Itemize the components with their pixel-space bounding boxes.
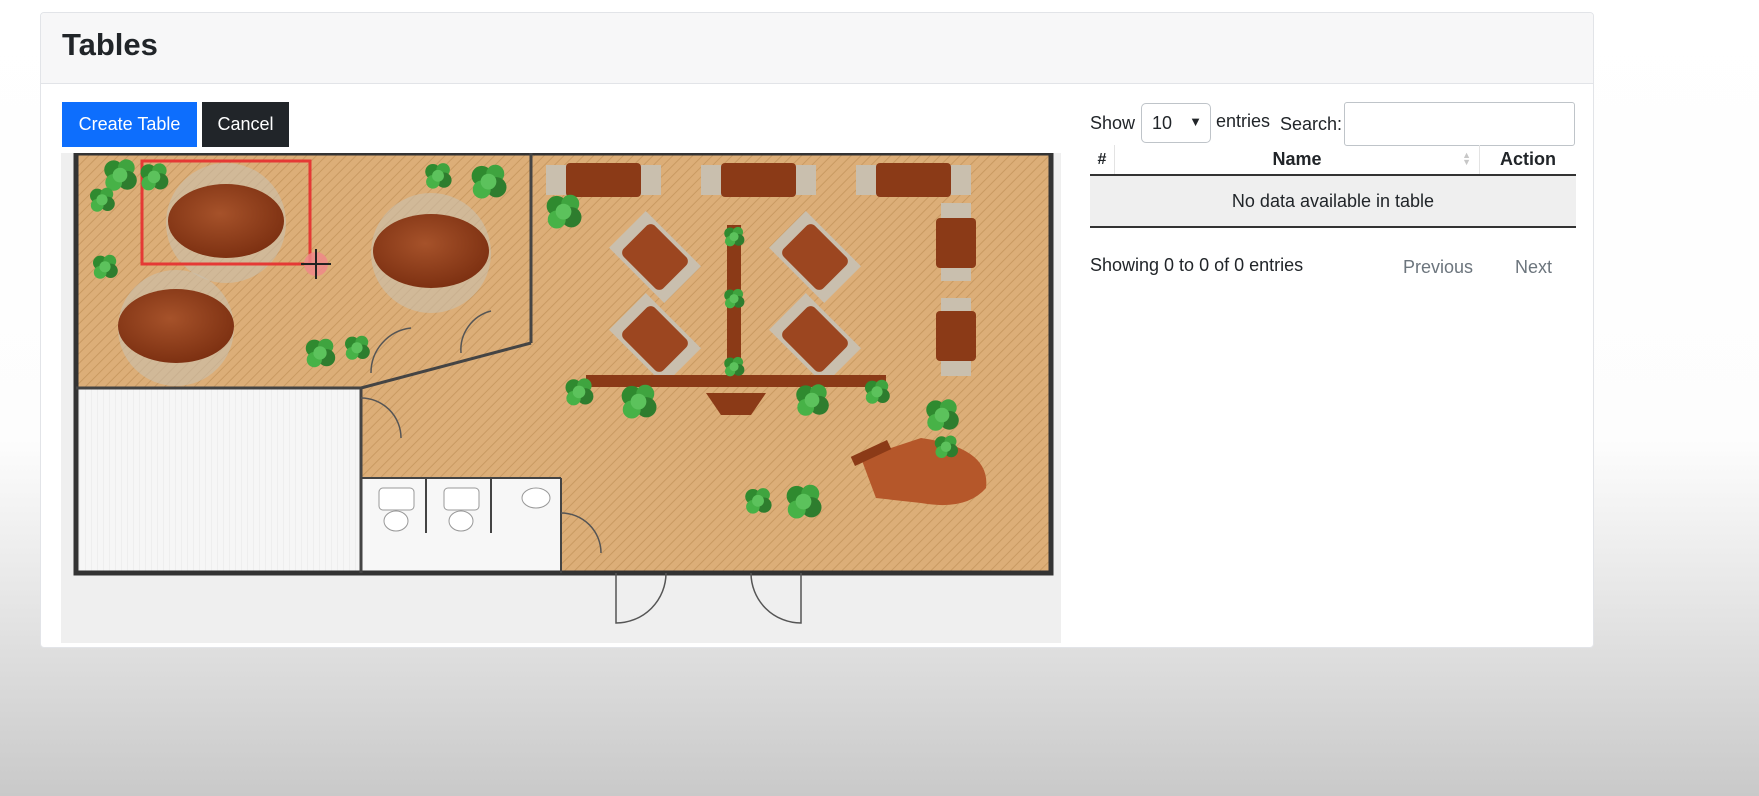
- floor-plan-canvas[interactable]: [61, 153, 1061, 643]
- page-length-value: 10: [1152, 113, 1173, 133]
- table-row: No data available in table: [1090, 175, 1576, 228]
- empty-table-message: No data available in table: [1090, 175, 1576, 228]
- entries-label: entries: [1216, 111, 1271, 131]
- cancel-button[interactable]: Cancel: [202, 102, 289, 147]
- column-header-number[interactable]: #: [1090, 145, 1115, 176]
- floor-plan-image: [73, 153, 1054, 624]
- chevron-down-icon: ▼: [1189, 114, 1202, 129]
- column-header-name[interactable]: Name ▲ ▼: [1114, 145, 1480, 176]
- sort-icon: ▲ ▼: [1462, 150, 1471, 167]
- tables-card: Tables Create Table Cancel Show 10 ▼ ent…: [40, 12, 1594, 648]
- round-table-2: [371, 193, 491, 313]
- column-header-name-label: Name: [1272, 149, 1322, 169]
- round-table-3: [118, 270, 234, 386]
- column-header-action: Action: [1479, 145, 1576, 176]
- previous-page-button[interactable]: Previous: [1403, 257, 1473, 278]
- next-page-button[interactable]: Next: [1515, 257, 1552, 278]
- tables-datatable: # Name ▲ ▼ Action No data available in ta…: [1090, 145, 1576, 228]
- card-header: Tables: [41, 13, 1593, 84]
- table-info: Showing 0 to 0 of 0 entries: [1090, 255, 1304, 275]
- show-entries-label: Show: [1090, 113, 1136, 133]
- search-label: Search:: [1280, 114, 1343, 134]
- search-input[interactable]: [1344, 102, 1575, 146]
- page-length-select[interactable]: 10 ▼: [1141, 103, 1211, 143]
- create-table-button[interactable]: Create Table: [62, 102, 197, 147]
- page-title: Tables: [62, 27, 158, 62]
- table-header-row: # Name ▲ ▼ Action: [1090, 145, 1576, 176]
